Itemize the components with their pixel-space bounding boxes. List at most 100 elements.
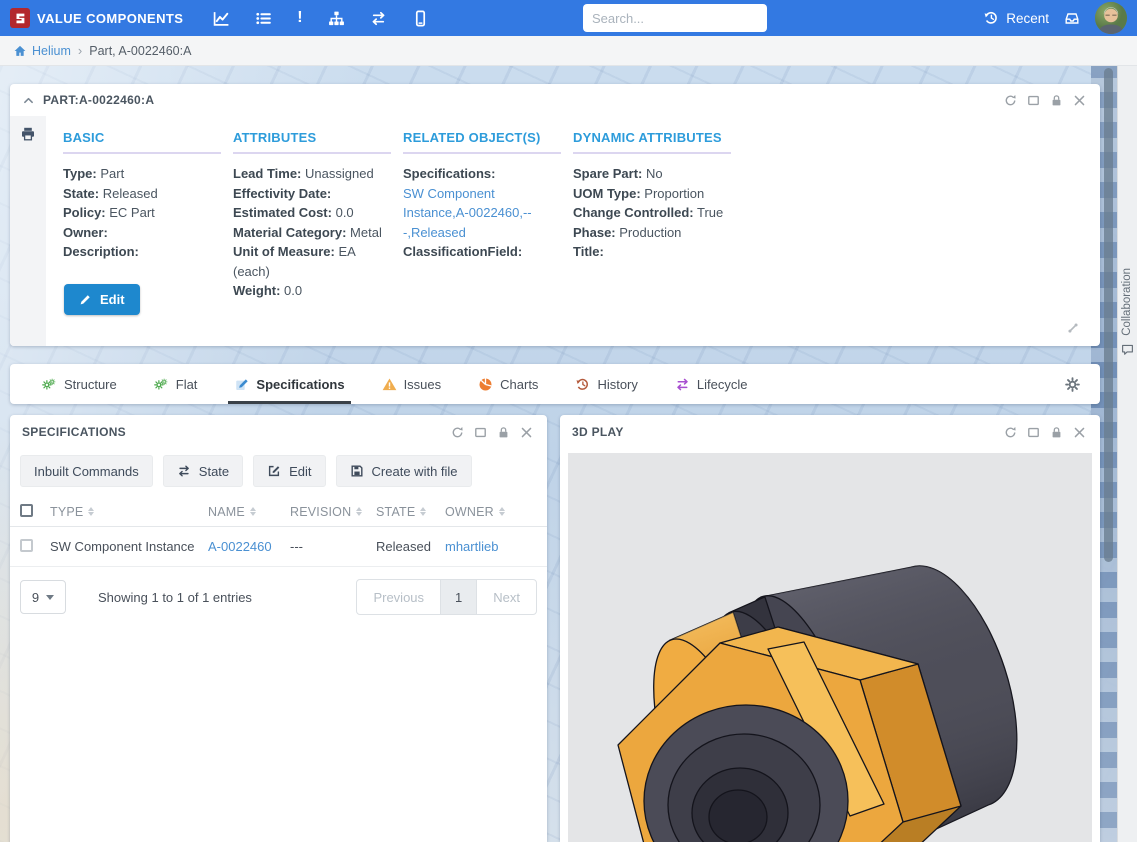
brand-logo-icon — [10, 8, 30, 28]
exchange-arrows-icon — [675, 377, 690, 392]
tab-bar: Structure Flat Specifications Issues Cha… — [10, 364, 1100, 404]
tab-charts[interactable]: Charts — [478, 364, 538, 404]
sort-icon[interactable] — [88, 507, 94, 516]
recent-label: Recent — [1006, 11, 1049, 26]
nav-right-group: Recent — [983, 2, 1127, 34]
tab-specifications[interactable]: Specifications — [234, 364, 344, 404]
user-avatar[interactable] — [1095, 2, 1127, 34]
row-checkbox[interactable] — [20, 539, 33, 552]
close-icon[interactable] — [1073, 94, 1086, 107]
search-input[interactable] — [592, 11, 768, 26]
chart-line-icon[interactable] — [213, 10, 230, 27]
field: Title: — [573, 242, 731, 262]
exchange-icon[interactable] — [370, 10, 387, 27]
resize-handle-icon[interactable] — [1066, 321, 1080, 340]
specifications-panel-header: SPECIFICATIONS — [10, 415, 547, 449]
sort-icon[interactable] — [420, 507, 426, 516]
caret-down-icon — [46, 595, 54, 600]
tab-flat[interactable]: Flat — [154, 364, 198, 404]
field: Type: Part — [63, 164, 221, 184]
sitemap-icon[interactable] — [328, 10, 345, 27]
previous-button[interactable]: Previous — [356, 579, 441, 615]
part-attribute-columns: BASIC Type: Part State: Released Policy:… — [46, 116, 731, 346]
column-revision[interactable]: REVISION — [290, 505, 351, 519]
field: Estimated Cost: 0.0 — [233, 203, 391, 223]
tab-history[interactable]: History — [575, 364, 637, 404]
field: Spare Part: No — [573, 164, 731, 184]
maximize-icon[interactable] — [1027, 426, 1040, 439]
close-icon[interactable] — [520, 426, 533, 439]
chat-bubble-icon — [1121, 343, 1134, 356]
table-row: SW Component Instance A-0022460 --- Rele… — [10, 527, 547, 567]
create-with-file-button[interactable]: Create with file — [336, 455, 472, 487]
collaboration-tab[interactable]: Collaboration — [1117, 268, 1137, 356]
top-navbar: VALUE COMPONENTS ! Recent — [0, 0, 1137, 36]
next-button[interactable]: Next — [476, 579, 537, 615]
cell-name-link[interactable]: A-0022460 — [208, 539, 290, 554]
column-name[interactable]: NAME — [208, 505, 245, 519]
field: Phase: Production — [573, 223, 731, 243]
refresh-icon[interactable] — [1004, 426, 1017, 439]
edit-button[interactable]: Edit — [64, 284, 140, 315]
history-icon — [983, 10, 999, 26]
section-related-objects: RELATED OBJECT(S) Specifications: SW Com… — [403, 130, 561, 346]
state-button[interactable]: State — [163, 455, 243, 487]
3d-viewport[interactable] — [568, 453, 1092, 842]
3d-play-header: 3D PLAY — [560, 415, 1100, 449]
brand[interactable]: VALUE COMPONENTS — [10, 8, 183, 28]
refresh-icon[interactable] — [451, 426, 464, 439]
column-type[interactable]: TYPE — [50, 505, 83, 519]
tab-structure[interactable]: Structure — [42, 364, 117, 404]
column-state[interactable]: STATE — [376, 505, 415, 519]
tab-issues[interactable]: Issues — [382, 364, 442, 404]
gears-icon — [154, 377, 169, 392]
edit-button[interactable]: Edit — [253, 455, 325, 487]
scrollbar-thumb[interactable] — [1104, 68, 1113, 562]
lock-icon[interactable] — [497, 426, 510, 439]
section-dynamic-attributes: DYNAMIC ATTRIBUTES Spare Part: No UOM Ty… — [573, 130, 731, 346]
tab-settings-gear-icon[interactable] — [1065, 377, 1080, 392]
page-1-button[interactable]: 1 — [440, 579, 477, 615]
sort-icon[interactable] — [250, 507, 256, 516]
column-owner[interactable]: OWNER — [445, 505, 494, 519]
tab-lifecycle[interactable]: Lifecycle — [675, 364, 748, 404]
select-all-checkbox[interactable] — [20, 504, 33, 517]
refresh-icon[interactable] — [1004, 94, 1017, 107]
gears-icon — [42, 377, 57, 392]
sort-icon[interactable] — [356, 507, 362, 516]
field: Unit of Measure: EA (each) — [233, 242, 391, 281]
collaboration-label: Collaboration — [1121, 268, 1133, 336]
pagination-buttons: Previous 1 Next — [356, 579, 537, 615]
inbuilt-commands-button[interactable]: Inbuilt Commands — [20, 455, 153, 487]
specification-link[interactable]: SW Component Instance,A-0022460,---,Rele… — [403, 184, 561, 243]
recent-button[interactable]: Recent — [983, 10, 1049, 26]
field: Weight: 0.0 — [233, 281, 391, 301]
part-panel: PART:A-0022460:A BASIC Type: Part State:… — [10, 84, 1100, 346]
field: Material Category: Metal — [233, 223, 391, 243]
exclamation-icon[interactable]: ! — [297, 10, 302, 26]
page-size-select[interactable]: 9 — [20, 580, 66, 614]
maximize-icon[interactable] — [1027, 94, 1040, 107]
breadcrumb-home-link[interactable]: Helium — [13, 44, 71, 58]
part-panel-header: PART:A-0022460:A — [10, 84, 1100, 116]
list-icon[interactable] — [255, 10, 272, 27]
collapse-chevron-up-icon[interactable] — [22, 94, 35, 107]
edit-square-icon — [267, 464, 281, 478]
print-icon[interactable] — [20, 126, 36, 142]
inbox-icon[interactable] — [1064, 10, 1080, 26]
field: Description: — [63, 242, 221, 262]
maximize-icon[interactable] — [474, 426, 487, 439]
cell-owner-link[interactable]: mhartlieb — [445, 539, 525, 554]
lock-icon[interactable] — [1050, 426, 1063, 439]
close-icon[interactable] — [1073, 426, 1086, 439]
section-title: ATTRIBUTES — [233, 130, 391, 154]
part-side-strip — [10, 116, 46, 346]
field: Policy: EC Part — [63, 203, 221, 223]
breadcrumb-separator: › — [78, 43, 82, 58]
sort-icon[interactable] — [499, 507, 505, 516]
lock-icon[interactable] — [1050, 94, 1063, 107]
mobile-icon[interactable] — [412, 10, 429, 27]
home-icon — [13, 44, 27, 58]
specifications-toolbar: Inbuilt Commands State Edit Create with … — [10, 449, 547, 497]
window-controls — [1004, 426, 1086, 439]
